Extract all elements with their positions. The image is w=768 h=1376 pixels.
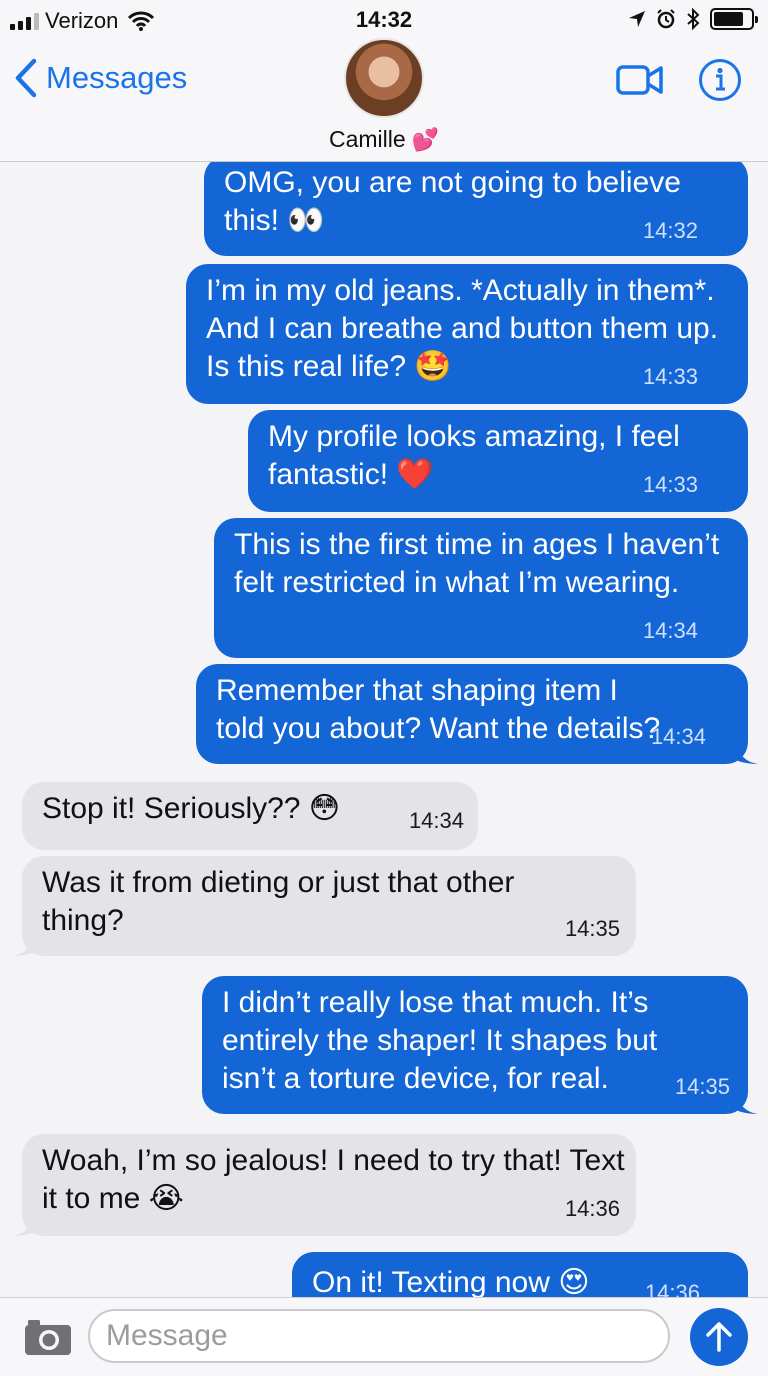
battery-icon: [710, 8, 758, 30]
message-time: 14:34: [408, 808, 464, 833]
bubble-tail: [12, 1216, 34, 1236]
message-text: Remember that shaping item I told you ab…: [216, 674, 661, 745]
send-button[interactable]: [690, 1308, 748, 1366]
message-time: 14:35: [564, 916, 620, 941]
bubble-tail: [12, 936, 34, 956]
message-text: Woah, I’m so jealous! I need to try that…: [42, 1144, 625, 1215]
bubble-tail: [736, 1094, 758, 1114]
message-bubble-incoming[interactable]: Woah, I’m so jealous! I need to try that…: [12, 1134, 636, 1236]
message-time: 14:36: [644, 1280, 700, 1297]
message-time: 14:36: [564, 1196, 620, 1221]
message-bubble-outgoing[interactable]: I didn’t really lose that much. It’s ent…: [202, 976, 758, 1114]
message-text: This is the first time in ages I haven’t…: [234, 528, 720, 599]
camera-button[interactable]: [24, 1318, 72, 1361]
message-text: I didn’t really lose that much. It’s ent…: [222, 986, 658, 1095]
composer-bar: [0, 1297, 768, 1376]
video-call-button[interactable]: [616, 64, 664, 96]
message-time: 14:33: [642, 364, 698, 389]
message-bubble-outgoing[interactable]: My profile looks amazing, I feel fantast…: [248, 410, 748, 512]
message-bubble-outgoing[interactable]: OMG, you are not going to believe this! …: [204, 162, 748, 256]
message-text: Was it from dieting or just that other t…: [42, 866, 515, 937]
message-time: 14:33: [642, 472, 698, 497]
message-bubble-outgoing[interactable]: I’m in my old jeans. *Actually in them*.…: [186, 264, 748, 404]
message-bubble-outgoing[interactable]: On it! Texting now 😍 14:36: [292, 1252, 748, 1297]
message-time: 14:34: [642, 618, 698, 643]
status-bar: Verizon 14:32: [0, 0, 768, 40]
status-right: [628, 8, 758, 30]
hearts-emoji: 💕: [411, 126, 440, 152]
alarm-icon: [657, 9, 675, 29]
avatar[interactable]: [344, 38, 424, 118]
send-arrow-icon: [706, 1322, 732, 1352]
location-icon: [629, 11, 645, 27]
message-time: 14:34: [650, 724, 706, 749]
video-call-icon: [616, 65, 663, 95]
message-bubble-outgoing[interactable]: This is the first time in ages I haven’t…: [214, 518, 748, 658]
message-thread[interactable]: OMG, you are not going to believe this! …: [0, 162, 768, 1297]
info-button[interactable]: [698, 58, 742, 102]
message-bubble-incoming[interactable]: Stop it! Seriously?? 😳 14:34: [22, 782, 478, 850]
bluetooth-icon: [687, 8, 700, 30]
message-time: 14:35: [674, 1074, 730, 1099]
info-icon: [699, 59, 741, 101]
camera-icon: [25, 1320, 71, 1355]
message-bubble-outgoing[interactable]: Remember that shaping item I told you ab…: [196, 664, 758, 764]
message-time: 14:32: [642, 218, 698, 243]
conversation-header: Messages Camille 💕: [0, 38, 768, 162]
bubble-tail: [736, 744, 758, 764]
contact-name: Camille: [328, 126, 406, 152]
message-bubble-incoming[interactable]: Was it from dieting or just that other t…: [12, 856, 636, 956]
message-text: Stop it! Seriously?? 😳: [42, 792, 341, 825]
message-input[interactable]: [88, 1309, 670, 1363]
